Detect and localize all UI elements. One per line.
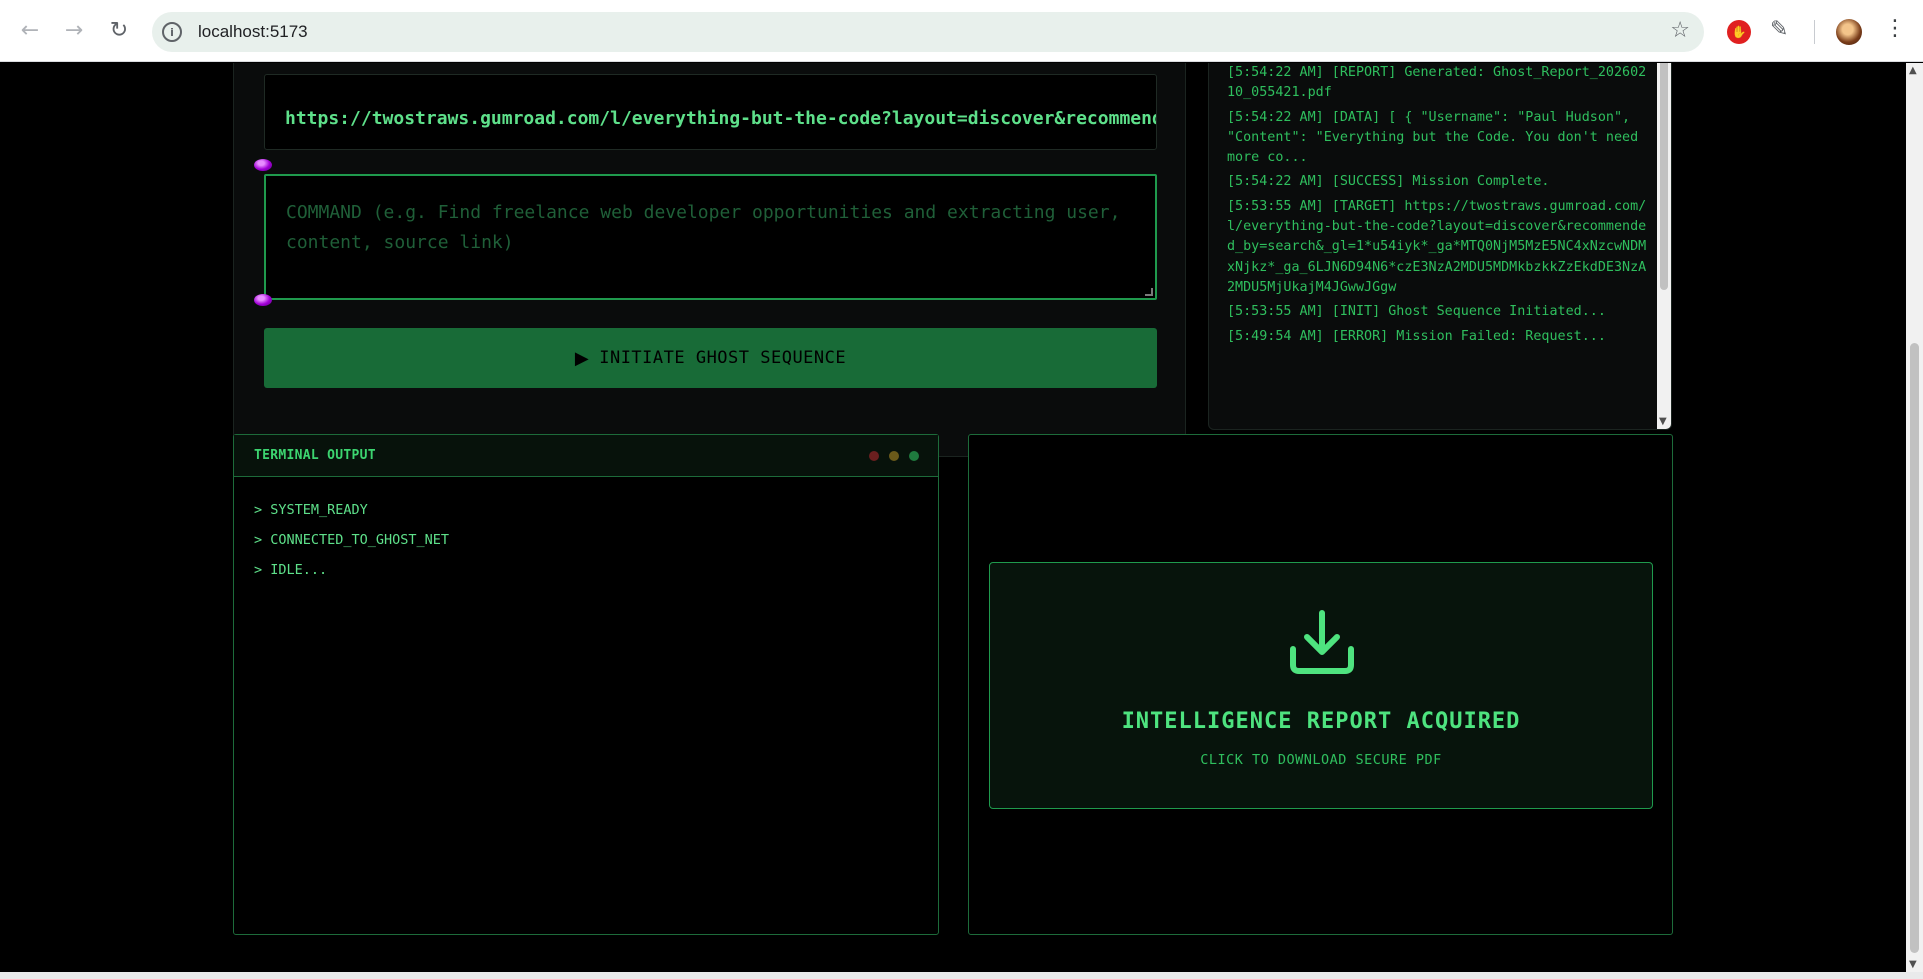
report-panel: INTELLIGENCE REPORT ACQUIRED CLICK TO DO… xyxy=(968,434,1673,935)
info-icon[interactable]: i xyxy=(162,22,182,42)
terminal-dot-green-icon xyxy=(909,451,919,461)
terminal-dot-yellow-icon xyxy=(889,451,899,461)
log-entry: [5:54:22 AM] [SUCCESS] Mission Complete. xyxy=(1227,174,1550,190)
resize-handle-bottom-icon[interactable] xyxy=(254,294,272,306)
mission-log-list: [5:54:22 AM] [REPORT] Generated: Ghost_R… xyxy=(1227,63,1647,351)
arrow-right-icon[interactable]: → xyxy=(58,14,90,46)
kebab-menu-icon[interactable]: ⋮ xyxy=(1884,16,1906,41)
textarea-resize-grip-icon[interactable] xyxy=(1145,288,1153,296)
scroll-down-arrow-icon[interactable]: ▼ xyxy=(1909,959,1917,970)
report-subtitle: CLICK TO DOWNLOAD SECURE PDF xyxy=(1200,752,1442,768)
bookmark-star-icon[interactable]: ☆ xyxy=(1670,18,1690,43)
report-title: INTELLIGENCE REPORT ACQUIRED xyxy=(1121,709,1521,734)
address-bar[interactable]: i localhost:5173 ☆ xyxy=(152,12,1704,52)
arrow-left-icon[interactable]: ← xyxy=(14,14,46,46)
terminal-line: > SYSTEM_READY xyxy=(254,502,368,518)
page-viewport: https://twostraws.gumroad.com/l/everythi… xyxy=(0,63,1906,972)
control-panel: https://twostraws.gumroad.com/l/everythi… xyxy=(233,63,1186,457)
terminal-line: > CONNECTED_TO_GHOST_NET xyxy=(254,532,450,548)
play-icon: ▶ xyxy=(574,347,590,369)
log-scrollbar[interactable]: ▼ xyxy=(1657,63,1671,429)
initiate-button[interactable]: ▶ INITIATE GHOST SEQUENCE xyxy=(264,328,1157,388)
command-placeholder: COMMAND (e.g. Find freelance web develop… xyxy=(286,202,1121,253)
download-icon xyxy=(1290,610,1354,674)
log-entry: [5:53:55 AM] [TARGET] https://twostraws.… xyxy=(1227,198,1647,295)
bottom-frame xyxy=(0,972,1923,979)
target-url-value[interactable]: https://twostraws.gumroad.com/l/everythi… xyxy=(285,108,1156,129)
page-scrollbar[interactable]: ▲ ▼ xyxy=(1906,63,1923,972)
target-url-input[interactable]: https://twostraws.gumroad.com/l/everythi… xyxy=(264,74,1157,150)
browser-toolbar: ← → ↻ i localhost:5173 ☆ ✋ ✎ ⋮ xyxy=(0,0,1923,62)
extensions-puzzle-icon[interactable]: ✎ xyxy=(1770,17,1788,42)
terminal-title: TERMINAL OUTPUT xyxy=(254,448,376,463)
toolbar-divider xyxy=(1814,20,1815,44)
log-entry: [5:49:54 AM] [ERROR] Mission Failed: Req… xyxy=(1227,328,1606,344)
scroll-up-arrow-icon[interactable]: ▲ xyxy=(1909,65,1917,76)
reload-icon[interactable]: ↻ xyxy=(103,14,135,46)
address-bar-url[interactable]: localhost:5173 xyxy=(198,22,308,42)
extension-stop-icon[interactable]: ✋ xyxy=(1727,20,1751,44)
resize-handle-top-icon[interactable] xyxy=(254,159,272,171)
terminal-line: > IDLE... xyxy=(254,562,328,578)
terminal-header: TERMINAL OUTPUT xyxy=(234,435,938,477)
terminal-output-panel: TERMINAL OUTPUT > SYSTEM_READY > CONNECT… xyxy=(233,434,939,935)
terminal-body: > SYSTEM_READY > CONNECTED_TO_GHOST_NET … xyxy=(254,495,449,585)
log-entry: [5:53:55 AM] [INIT] Ghost Sequence Initi… xyxy=(1227,304,1606,320)
log-scrollbar-thumb[interactable] xyxy=(1660,63,1668,290)
log-entry: [5:54:22 AM] [DATA] [ { "Username": "Pau… xyxy=(1227,109,1639,166)
profile-avatar[interactable] xyxy=(1836,19,1862,45)
mission-log-panel: [5:54:22 AM] [REPORT] Generated: Ghost_R… xyxy=(1208,63,1672,430)
log-entry: [5:54:22 AM] [REPORT] Generated: Ghost_R… xyxy=(1227,65,1647,101)
scroll-down-arrow-icon[interactable]: ▼ xyxy=(1659,416,1667,427)
initiate-button-label: INITIATE GHOST SEQUENCE xyxy=(599,348,847,368)
page-scrollbar-thumb[interactable] xyxy=(1910,343,1919,953)
download-report-card[interactable]: INTELLIGENCE REPORT ACQUIRED CLICK TO DO… xyxy=(989,562,1653,809)
terminal-dot-red-icon xyxy=(869,451,879,461)
command-textarea[interactable]: COMMAND (e.g. Find freelance web develop… xyxy=(264,174,1157,300)
